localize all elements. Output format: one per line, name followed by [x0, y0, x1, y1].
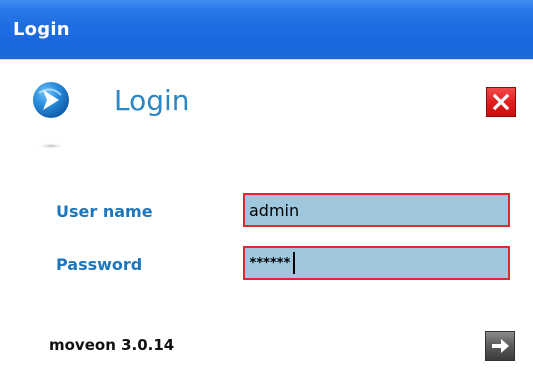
arrow-right-icon	[492, 339, 509, 353]
login-submit-button[interactable]	[485, 331, 515, 361]
password-mask: ******	[249, 256, 291, 271]
close-button[interactable]	[486, 87, 516, 117]
username-field[interactable]	[243, 193, 510, 227]
password-label: Password	[56, 255, 143, 274]
page-title: Login	[114, 84, 190, 117]
login-window: Login Login User name admin Password ***…	[0, 0, 533, 372]
window-title: Login	[13, 19, 70, 40]
text-caret	[292, 252, 295, 274]
password-field[interactable]: ******	[243, 246, 510, 280]
title-bar[interactable]: Login	[0, 0, 533, 59]
logo-icon	[33, 79, 93, 159]
username-label: User name	[56, 202, 153, 221]
titlebar-divider	[0, 59, 533, 60]
close-icon	[492, 93, 510, 111]
version-label: moveon 3.0.14	[49, 336, 175, 354]
